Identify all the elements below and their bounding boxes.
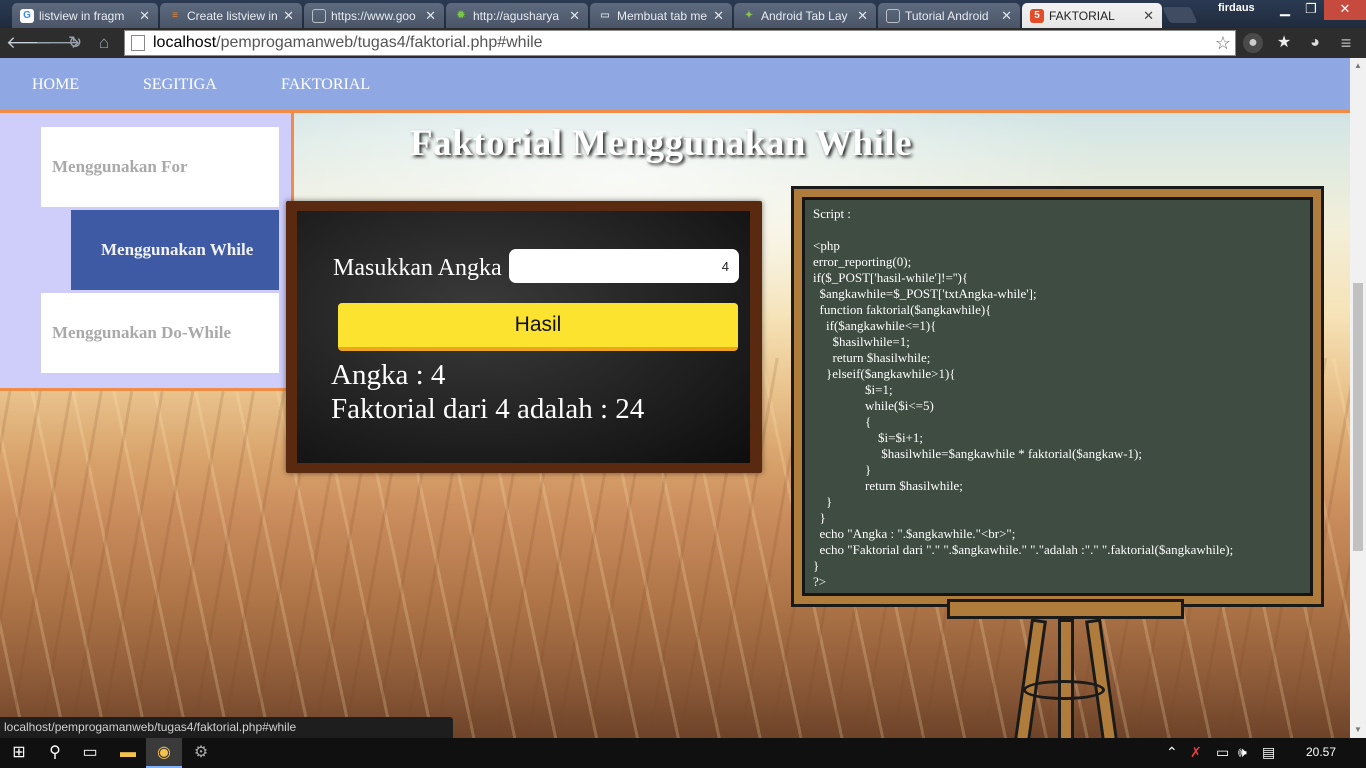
page-icon xyxy=(886,8,900,23)
volume-icon[interactable]: 🕪 xyxy=(1238,744,1247,761)
tab-title: http://agusharya xyxy=(473,8,560,23)
result-angka: Angka : 4 xyxy=(331,359,446,391)
browser-tab[interactable]: ✹ http://agusharya ✕ xyxy=(446,3,588,28)
close-tab-icon[interactable]: ✕ xyxy=(425,8,436,24)
network-icon[interactable]: ✗ xyxy=(1190,744,1202,761)
search-icon[interactable]: ⚲ xyxy=(44,742,66,764)
new-tab-button[interactable] xyxy=(1162,7,1198,23)
nav-faktorial-link[interactable]: FAKTORIAL xyxy=(281,76,370,94)
method-sidebar: Menggunakan For Menggunakan While Menggu… xyxy=(0,113,294,391)
scrollbar-thumb[interactable] xyxy=(1353,283,1363,551)
close-tab-icon[interactable]: ✕ xyxy=(569,8,580,24)
android-icon: ✦ xyxy=(744,9,754,21)
browser-tab[interactable]: ≡ Create listview in ✕ xyxy=(160,3,302,28)
page-viewport: HOME SEGITIGA FAKTORIAL Menggunakan For … xyxy=(0,58,1350,738)
result-faktorial: Faktorial dari 4 adalah : 24 xyxy=(331,393,645,425)
chalkboard-surface: Masukkan Angka Hasil Angka : 4 Faktorial… xyxy=(297,211,750,463)
close-tab-icon[interactable]: ✕ xyxy=(1001,8,1012,24)
gear-icon: ✹ xyxy=(456,9,466,21)
close-window-icon[interactable]: ✕ xyxy=(1324,0,1366,20)
sidebar-item-for[interactable]: Menggunakan For xyxy=(41,127,279,207)
back-arrow-icon[interactable]: 🡐 xyxy=(6,32,52,54)
windows-start-icon[interactable]: ⊞ xyxy=(8,742,30,764)
url-text[interactable]: localhost/pemprogamanweb/tugas4/faktoria… xyxy=(153,34,1215,52)
menu-icon[interactable]: ≡ xyxy=(1336,33,1356,53)
tab-title: Create listview in xyxy=(187,8,278,23)
chrome-taskbar-icon[interactable]: ◉ xyxy=(146,738,182,768)
tab-title: https://www.goo xyxy=(331,8,416,23)
minimize-icon[interactable]: ▁ xyxy=(1272,0,1298,20)
script-easel-board: Script : <php error_reporting(0); if($_P… xyxy=(791,186,1324,607)
notification-icon[interactable]: ▤ xyxy=(1262,744,1275,761)
easel-ring xyxy=(1023,680,1105,700)
sidebar-item-while[interactable]: Menggunakan While xyxy=(71,210,279,290)
scroll-down-icon[interactable]: ▼ xyxy=(1350,722,1366,738)
battery-icon[interactable]: ▭ xyxy=(1216,744,1229,761)
chalkboard-form: Masukkan Angka Hasil Angka : 4 Faktorial… xyxy=(286,201,762,473)
google-icon: G xyxy=(20,8,34,23)
stackoverflow-icon: ≡ xyxy=(172,9,178,21)
page-icon xyxy=(312,8,326,23)
page-title: Faktorial Menggunakan While xyxy=(410,123,913,164)
easel-leg xyxy=(1058,619,1074,738)
nav-segitiga-link[interactable]: SEGITIGA xyxy=(143,76,217,94)
browser-tab-strip: G listview in fragm ✕ ≡ Create listview … xyxy=(0,0,1366,28)
file-explorer-icon[interactable]: ▬ xyxy=(117,742,139,764)
browser-tab[interactable]: G listview in fragm ✕ xyxy=(12,3,158,28)
home-icon[interactable]: ⌂ xyxy=(93,32,115,54)
browser-tab[interactable]: ▭ Membuat tab me ✕ xyxy=(590,3,732,28)
reload-icon[interactable]: ↻ xyxy=(64,32,86,54)
tab-title: listview in fragm xyxy=(39,8,125,23)
page-scrollbar[interactable]: ▲ ▼ xyxy=(1350,58,1366,738)
status-url-bubble: localhost/pemprogamanweb/tugas4/faktoria… xyxy=(0,717,453,738)
browser-tab[interactable]: Tutorial Android ✕ xyxy=(878,3,1020,28)
close-tab-icon[interactable]: ✕ xyxy=(857,8,868,24)
sidebar-item-do-while[interactable]: Menggunakan Do-While xyxy=(41,293,279,373)
easel-ledge xyxy=(947,599,1184,619)
extension-icon[interactable]: ◕ xyxy=(1305,33,1325,53)
bookmark-star-icon[interactable]: ☆ xyxy=(1215,33,1231,54)
angka-input[interactable] xyxy=(509,249,739,283)
address-bar[interactable]: localhost/pemprogamanweb/tugas4/faktoria… xyxy=(124,30,1236,56)
tray-chevron-icon[interactable]: ⌃ xyxy=(1166,744,1178,761)
browser-tab-active[interactable]: 5 FAKTORIAL ✕ xyxy=(1022,3,1162,28)
hasil-button[interactable]: Hasil xyxy=(338,303,738,351)
taskbar-clock[interactable]: 20.57 xyxy=(1306,745,1336,759)
tab-title: FAKTORIAL xyxy=(1049,8,1115,23)
browser-tab[interactable]: https://www.goo ✕ xyxy=(304,3,444,28)
script-heading: Script : xyxy=(813,206,851,221)
profile-name[interactable]: firdaus xyxy=(1218,2,1255,14)
task-view-icon[interactable]: ▭ xyxy=(79,742,101,764)
input-label: Masukkan Angka xyxy=(333,255,502,281)
nav-home-link[interactable]: HOME xyxy=(32,76,79,94)
star-extension-icon[interactable]: ★ xyxy=(1274,33,1294,53)
script-code: <php error_reporting(0); if($_POST['hasi… xyxy=(813,238,1234,589)
extension-icon[interactable]: ● xyxy=(1243,33,1263,53)
browser-tab[interactable]: ✦ Android Tab Lay ✕ xyxy=(734,3,876,28)
tab-title: Android Tab Lay xyxy=(761,8,848,23)
browser-toolbar: 🡐 🡒 ↻ ⌂ localhost/pemprogamanweb/tugas4/… xyxy=(0,28,1366,58)
close-tab-icon[interactable]: ✕ xyxy=(713,8,724,24)
html5-icon: 5 xyxy=(1030,8,1044,23)
page-icon xyxy=(131,35,145,51)
forward-arrow-icon[interactable]: 🡒 xyxy=(35,32,81,54)
close-tab-icon[interactable]: ✕ xyxy=(283,8,294,24)
restore-icon[interactable]: ❐ xyxy=(1298,0,1324,20)
close-tab-icon[interactable]: ✕ xyxy=(139,8,150,24)
scroll-up-icon[interactable]: ▲ xyxy=(1350,58,1366,74)
close-tab-icon[interactable]: ✕ xyxy=(1143,8,1154,24)
script-board-surface: Script : <php error_reporting(0); if($_P… xyxy=(802,197,1313,596)
blogger-icon: ▭ xyxy=(600,9,610,21)
site-nav-bar: HOME SEGITIGA FAKTORIAL xyxy=(0,58,1350,113)
tab-title: Tutorial Android xyxy=(905,8,989,23)
tab-title: Membuat tab me xyxy=(617,8,708,23)
windows-taskbar: ⊞ ⚲ ▭ ▬ ◉ ⚙ ⌃ ✗ ▭ 🕪 ▤ 20.57 xyxy=(0,738,1366,768)
app-taskbar-icon[interactable]: ⚙ xyxy=(190,742,212,764)
